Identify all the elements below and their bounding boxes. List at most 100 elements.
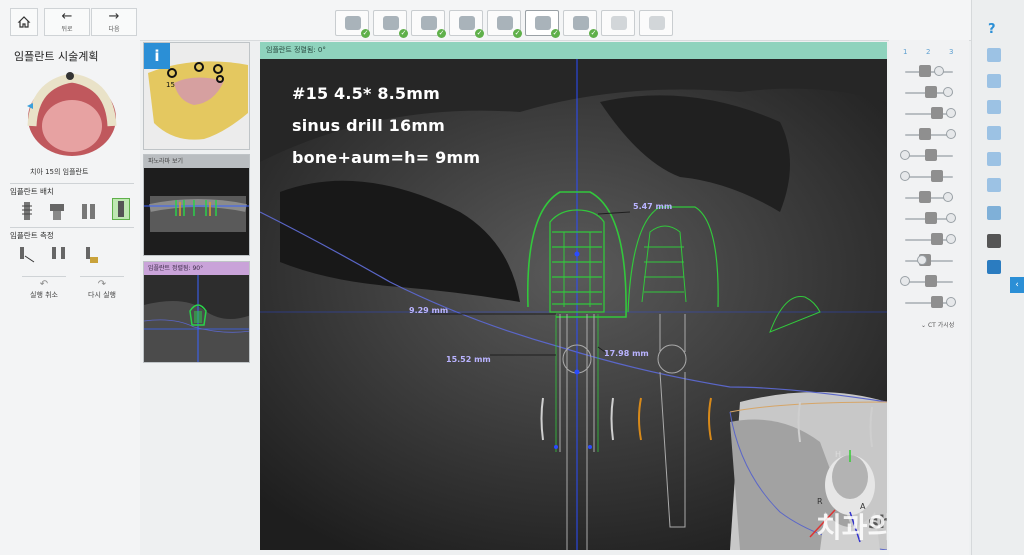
main-ct-viewport[interactable]: 임플란트 정렬됨: 0° #15 4.5* 8.5mm sinus drill … bbox=[260, 42, 887, 550]
slider-gingiva[interactable] bbox=[897, 127, 963, 141]
slider-implant-head[interactable] bbox=[897, 169, 963, 183]
gingiva-icon bbox=[919, 128, 931, 140]
slider-drill[interactable] bbox=[897, 211, 963, 225]
step-tooth-setup[interactable]: ✓ bbox=[411, 10, 446, 38]
back-button[interactable]: ← 뒤로 bbox=[44, 8, 90, 36]
slider-track[interactable] bbox=[905, 176, 953, 178]
implant-caption: 치아 15의 임플란트 bbox=[30, 168, 89, 176]
collapse-panel-button[interactable]: ‹ bbox=[1010, 277, 1024, 293]
home-button[interactable] bbox=[10, 8, 38, 36]
redo-button[interactable]: ↷ 다시 실행 bbox=[80, 276, 124, 300]
order-form-icon bbox=[345, 16, 361, 30]
slider-knob[interactable] bbox=[916, 255, 927, 265]
angle-measure-button[interactable] bbox=[50, 244, 68, 266]
tooth-number-label: 15 bbox=[166, 81, 175, 89]
slider-knob[interactable] bbox=[933, 66, 944, 76]
crown-design-icon bbox=[459, 16, 475, 30]
guide-design-icon bbox=[573, 16, 589, 30]
camera-icon[interactable] bbox=[987, 234, 1001, 248]
viewport-header: 임플란트 정렬됨: 0° bbox=[260, 42, 887, 59]
next-label: 다음 bbox=[108, 26, 120, 33]
slider-tooth-model[interactable] bbox=[897, 106, 963, 120]
slider-upper-scan[interactable] bbox=[897, 64, 963, 78]
tooth-setup-icon bbox=[421, 16, 437, 30]
step-order-form[interactable]: ✓ bbox=[335, 10, 370, 38]
slider-knob[interactable] bbox=[945, 213, 956, 223]
multi-implant-button[interactable] bbox=[80, 200, 98, 222]
check-icon: ✓ bbox=[551, 29, 560, 38]
tab-1[interactable]: 1 bbox=[903, 48, 907, 56]
distance-icon bbox=[20, 247, 35, 263]
distance-measure-button[interactable] bbox=[18, 244, 36, 266]
slider-knob[interactable] bbox=[900, 171, 910, 181]
step-implant-planning[interactable]: ✓ bbox=[525, 10, 560, 38]
check-icon: ✓ bbox=[361, 29, 370, 38]
step-scan-alignment[interactable]: ✓ bbox=[373, 10, 408, 38]
step-report-view[interactable] bbox=[639, 10, 673, 36]
cross-section-thumbnail[interactable]: 임플란트 정렬됨: 90° bbox=[143, 261, 250, 363]
slider-knob[interactable] bbox=[900, 150, 910, 160]
slider-knob[interactable] bbox=[900, 276, 910, 286]
info-button[interactable]: i bbox=[144, 43, 170, 69]
panorama-thumbnail[interactable]: 파노라마 보기 bbox=[143, 154, 250, 256]
step-guide-design[interactable]: ✓ bbox=[563, 10, 598, 38]
drill-icon bbox=[925, 212, 937, 224]
bone-measure-button[interactable] bbox=[82, 244, 100, 266]
measurement-label-3: 17.98 mm bbox=[604, 349, 649, 358]
slider-sleeve[interactable] bbox=[897, 253, 963, 267]
tab-2[interactable]: 2 bbox=[926, 48, 930, 56]
help-icon[interactable]: ? bbox=[988, 22, 996, 37]
slider-knob[interactable] bbox=[943, 87, 954, 97]
undo-button[interactable]: ↶ 실행 취소 bbox=[22, 276, 66, 300]
view-left-icon[interactable] bbox=[987, 100, 1001, 114]
view-top-icon[interactable] bbox=[987, 152, 1001, 166]
arrow-left-icon: ← bbox=[61, 9, 73, 24]
next-button[interactable]: → 다음 bbox=[91, 8, 137, 36]
scan-alignment-icon bbox=[383, 16, 399, 30]
view-back-icon[interactable] bbox=[987, 74, 1001, 88]
slider-knob[interactable] bbox=[945, 234, 956, 244]
light-icon[interactable] bbox=[987, 206, 1001, 220]
slider-implant-body[interactable] bbox=[897, 190, 963, 204]
slider-lower-scan[interactable] bbox=[897, 85, 963, 99]
step-crown-design[interactable]: ✓ bbox=[449, 10, 484, 38]
orientation-h-label: H bbox=[835, 450, 842, 459]
implant-button-1[interactable] bbox=[18, 200, 36, 222]
view-front-icon[interactable] bbox=[987, 48, 1001, 62]
slider-knob[interactable] bbox=[943, 192, 954, 202]
implant-selected-icon bbox=[118, 201, 124, 217]
slider-knob[interactable] bbox=[945, 129, 956, 139]
cross-section-view bbox=[144, 275, 249, 362]
slider-knob[interactable] bbox=[945, 108, 956, 118]
annotate-icon[interactable] bbox=[987, 260, 1001, 274]
check-icon: ✓ bbox=[589, 29, 598, 38]
check-icon: ✓ bbox=[513, 29, 522, 38]
upper-scan-icon bbox=[919, 65, 931, 77]
slider-abutment[interactable] bbox=[897, 148, 963, 162]
annotation-sinus-drill: sinus drill 16mm bbox=[292, 116, 446, 135]
slider-knob[interactable] bbox=[945, 297, 956, 307]
jaw-illustration[interactable] bbox=[24, 66, 120, 160]
panorama-title: 파노라마 보기 bbox=[144, 155, 249, 168]
measurement-label-2: 9.29 mm bbox=[409, 306, 449, 315]
multi-implant-icon bbox=[82, 204, 95, 219]
left-panel: 임플란트 시술계획 치아 15의 임플란트 임플란트 배치 임플란트 측정 ↶ … bbox=[0, 40, 140, 555]
orientation-r-label: R bbox=[817, 497, 823, 506]
export-output-icon bbox=[611, 16, 627, 30]
ct-visibility-toggle[interactable]: ⌄ CT 가시성 bbox=[921, 320, 954, 329]
implant-body-icon bbox=[919, 191, 931, 203]
implant-select-button[interactable] bbox=[112, 198, 130, 220]
undo-label: 실행 취소 bbox=[30, 291, 58, 299]
placement-section: 임플란트 배치 bbox=[10, 183, 134, 197]
step-jaw-model[interactable]: ✓ bbox=[487, 10, 522, 38]
step-export-output[interactable] bbox=[601, 10, 635, 36]
side-toolbar: ? ‹ bbox=[971, 0, 1024, 555]
view-right-icon[interactable] bbox=[987, 126, 1001, 140]
model-thumbnail[interactable]: i 15 bbox=[143, 42, 250, 150]
abutment-button[interactable] bbox=[48, 200, 66, 222]
tab-3[interactable]: 3 bbox=[949, 48, 953, 56]
slider-ct-slice[interactable] bbox=[897, 295, 963, 309]
view-bottom-icon[interactable] bbox=[987, 178, 1001, 192]
slider-nerve[interactable] bbox=[897, 232, 963, 246]
slider-bone-mask[interactable] bbox=[897, 274, 963, 288]
